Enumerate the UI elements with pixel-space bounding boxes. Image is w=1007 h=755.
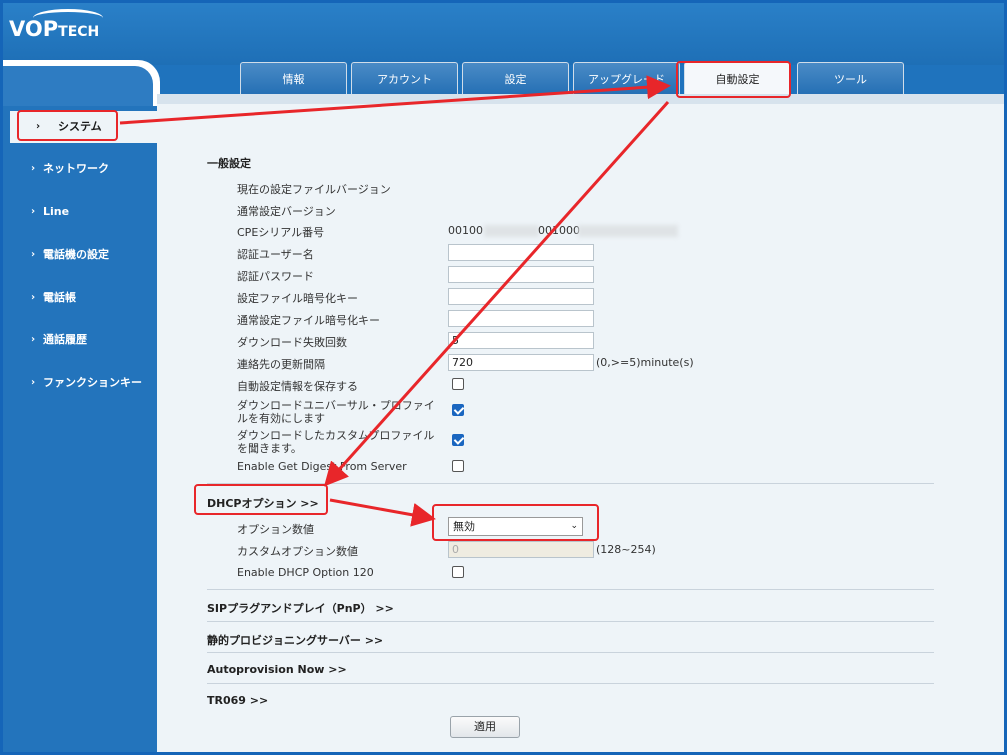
arrow-icon xyxy=(329,498,436,527)
arrow-icon xyxy=(119,75,671,125)
annotation-arrows xyxy=(119,75,671,527)
arrow-icon xyxy=(323,100,670,487)
